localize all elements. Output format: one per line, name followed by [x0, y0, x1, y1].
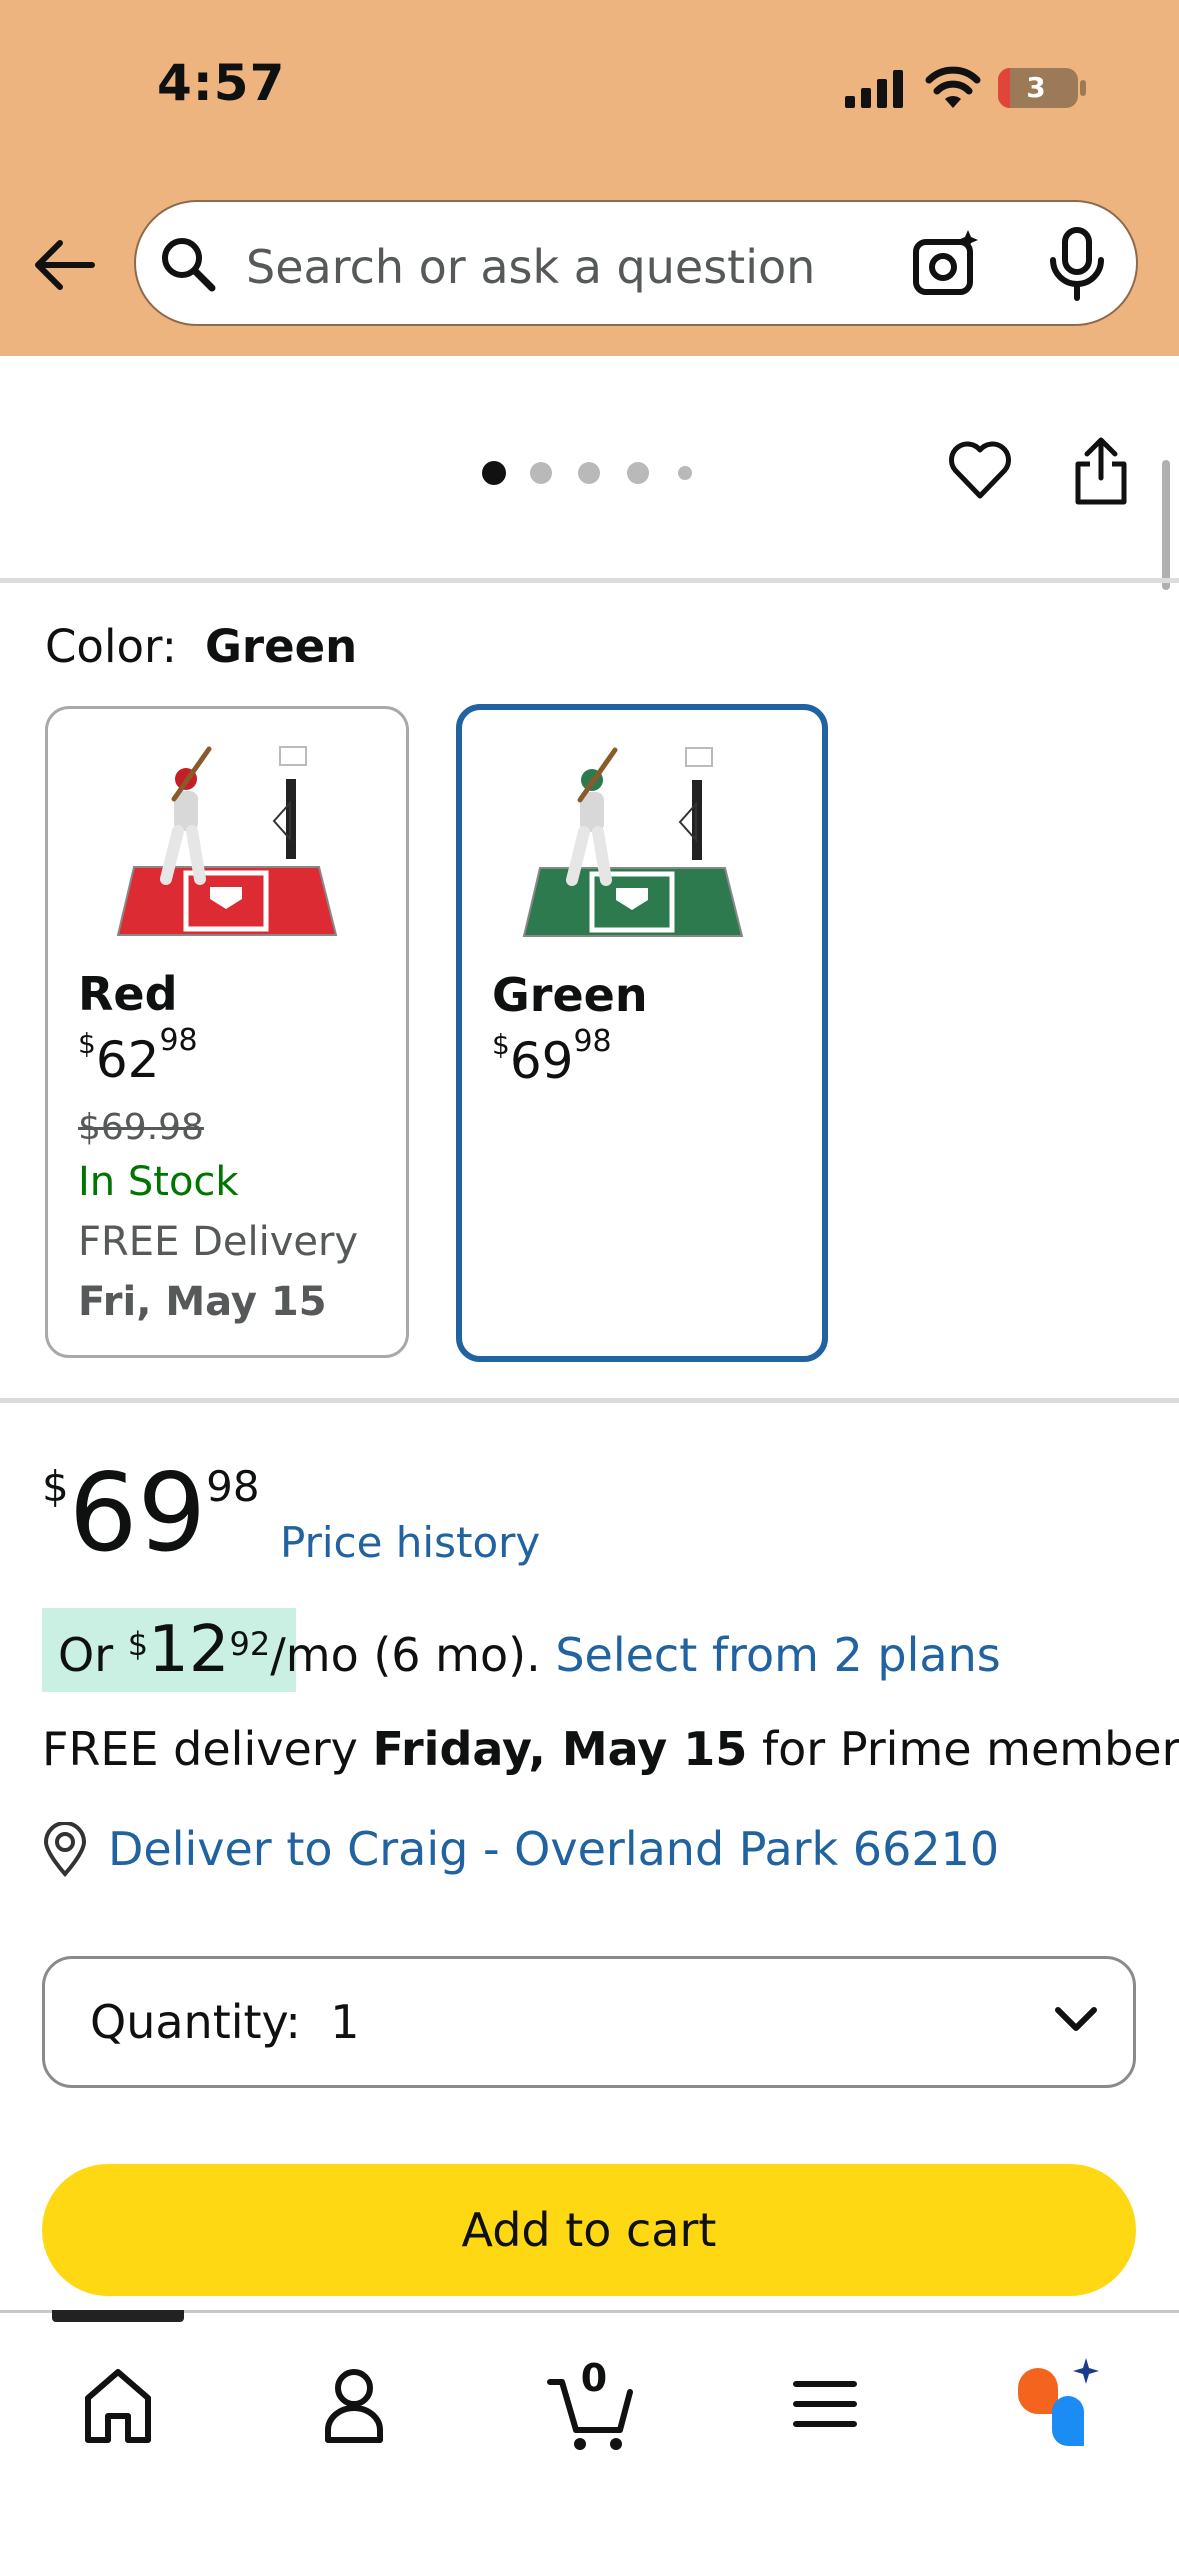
main-price: $6998 [42, 1460, 260, 1568]
location-pin-icon [43, 1822, 87, 1877]
color-option-green[interactable]: Green $6998 [456, 704, 828, 1362]
installment-dollars: 12 [148, 1613, 230, 1687]
search-input[interactable] [246, 232, 866, 302]
delivery-date: Fri, May 15 [78, 1279, 327, 1325]
cart-count: 0 [580, 2356, 608, 2400]
color-option-red[interactable]: Red $6298 $69.98 In Stock FREE Delivery … [45, 706, 409, 1358]
battery-tip [1080, 80, 1086, 96]
battery-icon: 3 [998, 68, 1078, 108]
price-dollars: 69 [68, 1451, 207, 1576]
battery-level: 3 [1026, 71, 1046, 104]
product-thumbnail-green [522, 747, 744, 937]
microphone-icon[interactable] [1045, 226, 1109, 302]
cellular-signal-icon [845, 70, 903, 108]
currency-symbol: $ [127, 1625, 149, 1663]
share-icon[interactable] [1072, 436, 1130, 506]
add-to-cart-button[interactable]: Add to cart [42, 2164, 1136, 2296]
deliver-to-link[interactable]: Deliver to Craig - Overland Park 66210 [108, 1822, 999, 1876]
delivery-info: FREE delivery Friday, May 15 for Prime m… [42, 1722, 1179, 1776]
camera-search-icon[interactable] [910, 228, 982, 300]
cart-icon[interactable]: 0 [530, 2348, 650, 2458]
price-cents: 98 [573, 1024, 612, 1059]
heart-icon[interactable] [948, 440, 1012, 500]
carousel-dot[interactable] [530, 462, 552, 484]
installment-term: /mo (6 mo). [270, 1628, 541, 1682]
delivery-prefix: FREE delivery [42, 1722, 373, 1776]
carousel-dot-active[interactable] [482, 461, 506, 485]
quantity-label-text: Quantity: [90, 1995, 301, 2049]
price-history-link[interactable]: Price history [280, 1518, 540, 1567]
rufus-assistant-icon[interactable] [1000, 2348, 1120, 2458]
account-icon[interactable] [294, 2348, 414, 2458]
carousel-dot[interactable] [627, 462, 649, 484]
quantity-label: Quantity: 1 [90, 1995, 359, 2049]
delivery-date: Friday, May 15 [372, 1722, 748, 1776]
delivery-label: FREE Delivery [78, 1219, 359, 1265]
price-cents: 98 [206, 1462, 260, 1511]
carousel-dot[interactable] [578, 462, 600, 484]
price-cents: 98 [159, 1023, 198, 1058]
installment-offer: Or $1292/mo (6 mo). Select from 2 plans [58, 1608, 1001, 1692]
product-thumbnail-red [116, 746, 338, 936]
list-price: $69.98 [78, 1107, 204, 1148]
wifi-icon [925, 66, 981, 108]
menu-icon[interactable] [766, 2348, 886, 2458]
home-icon[interactable] [58, 2348, 178, 2458]
color-selected-value: Green [205, 620, 358, 673]
status-time: 4:57 [157, 54, 286, 112]
carousel-dot[interactable] [678, 466, 692, 480]
search-icon [162, 238, 216, 292]
stock-status: In Stock [78, 1159, 239, 1205]
divider [0, 1398, 1179, 1403]
select-plans-link[interactable]: Select from 2 plans [555, 1628, 1000, 1682]
back-arrow-icon[interactable] [30, 230, 100, 300]
active-tab-indicator [52, 2310, 184, 2322]
color-option-name: Green [492, 968, 648, 1022]
delivery-suffix: for Prime members [747, 1722, 1179, 1776]
price-dollars: 69 [509, 1032, 574, 1090]
chevron-down-icon [1055, 2007, 1097, 2031]
quantity-value: 1 [330, 1995, 360, 2049]
color-option-name: Red [78, 967, 178, 1021]
currency-symbol: $ [42, 1462, 69, 1511]
installment-cents: 92 [229, 1625, 271, 1663]
color-option-price: $6998 [492, 1024, 612, 1090]
scrollbar[interactable] [1162, 460, 1170, 590]
price-dollars: 62 [95, 1031, 160, 1089]
color-option-price: $6298 [78, 1023, 198, 1089]
installment-prefix: Or [58, 1628, 128, 1682]
divider [0, 578, 1179, 583]
color-label: Color: [45, 620, 177, 673]
